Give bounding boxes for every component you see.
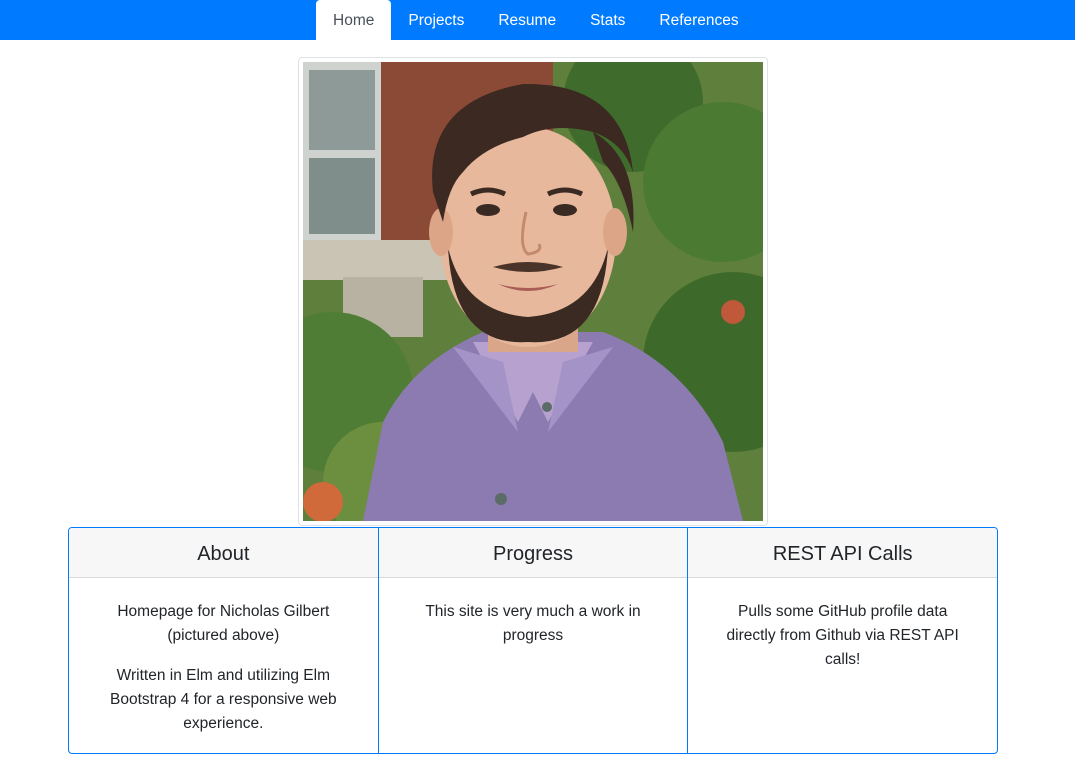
tab-stats[interactable]: Stats bbox=[573, 0, 642, 40]
progress-card-body: This site is very much a work in progres… bbox=[379, 578, 688, 664]
about-card-title: About bbox=[69, 528, 378, 578]
tab-home[interactable]: Home bbox=[316, 0, 392, 40]
about-text-2: Written in Elm and utilizing Elm Bootstr… bbox=[110, 667, 337, 732]
progress-card-title: Progress bbox=[378, 528, 688, 578]
progress-text: This site is very much a work in progres… bbox=[425, 603, 641, 644]
top-navbar: Home Projects Resume Stats References bbox=[0, 0, 1075, 40]
rest-api-card-body: Pulls some GitHub profile data directly … bbox=[688, 578, 997, 688]
nav-tabs: Home Projects Resume Stats References bbox=[316, 0, 756, 40]
profile-photo-illustration bbox=[303, 62, 763, 521]
rest-api-card-title: REST API Calls bbox=[688, 528, 997, 578]
rest-api-card: REST API Calls Pulls some GitHub profile… bbox=[688, 528, 997, 753]
about-text-1: Homepage for Nicholas Gilbert (pictured … bbox=[117, 603, 330, 644]
tab-references[interactable]: References bbox=[642, 0, 755, 40]
info-cards: About Homepage for Nicholas Gilbert (pic… bbox=[68, 527, 998, 754]
progress-card: Progress This site is very much a work i… bbox=[378, 528, 689, 753]
profile-photo-frame bbox=[298, 57, 768, 526]
rest-api-text: Pulls some GitHub profile data directly … bbox=[726, 603, 959, 668]
tab-resume[interactable]: Resume bbox=[481, 0, 573, 40]
about-card-body: Homepage for Nicholas Gilbert (pictured … bbox=[69, 578, 378, 752]
tab-projects[interactable]: Projects bbox=[391, 0, 481, 40]
profile-photo bbox=[303, 62, 763, 521]
about-card: About Homepage for Nicholas Gilbert (pic… bbox=[69, 528, 379, 753]
